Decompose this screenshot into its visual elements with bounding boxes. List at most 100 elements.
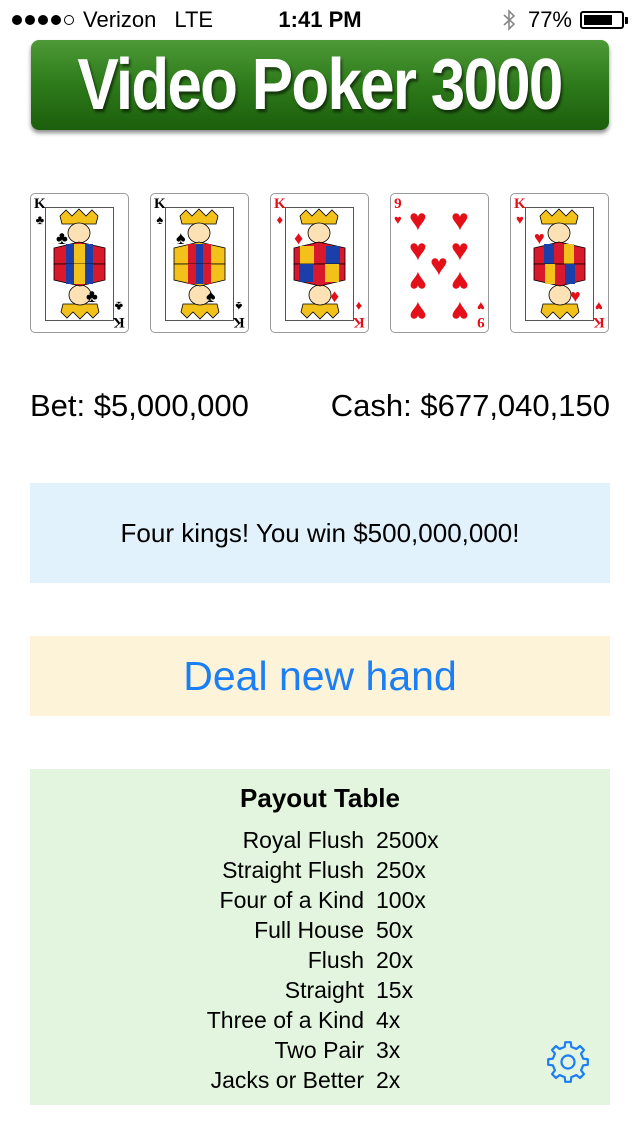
card-corner-top: K ♣ bbox=[34, 196, 46, 227]
bet-label: Bet: $5,000,000 bbox=[30, 388, 249, 423]
payout-multiplier: 50x bbox=[376, 917, 414, 943]
payout-table: Payout Table Royal Flush 2500x Straight Fl… bbox=[30, 769, 610, 1105]
card-5[interactable]: K ♥ ♥ ♥ K ♥ bbox=[510, 193, 609, 333]
card-suit: ♥ bbox=[394, 212, 402, 227]
payout-multiplier: 2x bbox=[376, 1067, 401, 1093]
heart-pip-icon: ♥ bbox=[409, 265, 427, 298]
card-rank: K bbox=[593, 314, 605, 330]
card-rank: K bbox=[274, 196, 286, 212]
heart-pip-icon: ♥ bbox=[409, 295, 427, 328]
result-message: Four kings! You win $500,000,000! bbox=[30, 483, 610, 583]
card-rank: K bbox=[353, 314, 365, 330]
card-pips: ♥ ♥ ♥ ♥ ♥ ♥ ♥ ♥ ♥ bbox=[405, 204, 477, 329]
card-corner-top: 9 ♥ bbox=[394, 196, 402, 227]
result-message-text: Four kings! You win $500,000,000! bbox=[120, 517, 520, 548]
payout-row: Four of a Kind 100x bbox=[30, 885, 610, 915]
card-suit: ♥ bbox=[595, 299, 604, 314]
svg-text:♣: ♣ bbox=[56, 228, 68, 248]
screen: Verizon LTE 1:41 PM 77% Video Poker 3000… bbox=[0, 0, 640, 1136]
card-corner-top: K ♠ bbox=[154, 196, 166, 227]
card-suit: ♠ bbox=[235, 299, 243, 314]
payout-row: Straight Flush 250x bbox=[30, 855, 610, 885]
card-corner-bottom: K ♥ bbox=[593, 299, 605, 330]
payout-rows: Royal Flush 2500x Straight Flush 250x Four o… bbox=[30, 825, 610, 1095]
king-face-art: ♥ ♥ bbox=[525, 207, 594, 321]
card-3[interactable]: K ♦ ♦ ♦ K ♦ bbox=[270, 193, 369, 333]
card-suit: ♣ bbox=[35, 212, 45, 227]
gear-icon[interactable] bbox=[545, 1039, 591, 1085]
payout-hand-name: Flush bbox=[307, 947, 364, 973]
money-row: Bet: $5,000,000 Cash: $677,040,150 bbox=[30, 388, 610, 428]
payout-hand-name: Straight bbox=[284, 977, 364, 1003]
card-corner-bottom: K ♠ bbox=[233, 299, 245, 330]
card-rank: K bbox=[514, 196, 526, 212]
king-face-art: ♦ ♦ bbox=[285, 207, 354, 321]
status-bar: Verizon LTE 1:41 PM 77% bbox=[0, 0, 640, 40]
deal-new-hand-button[interactable]: Deal new hand bbox=[30, 636, 610, 716]
payout-row: Royal Flush 2500x bbox=[30, 825, 610, 855]
cash-label: Cash: $677,040,150 bbox=[330, 388, 610, 423]
card-corner-top: K ♥ bbox=[514, 196, 526, 227]
heart-pip-icon: ♥ bbox=[451, 204, 469, 237]
card-suit: ♥ bbox=[477, 299, 485, 314]
battery-fill bbox=[584, 15, 612, 25]
payout-row: Flush 20x bbox=[30, 945, 610, 975]
payout-row: Jacks or Better 2x bbox=[30, 1065, 610, 1095]
card-rank: K bbox=[34, 196, 46, 212]
card-suit: ♠ bbox=[156, 212, 164, 227]
card-corner-bottom: K ♣ bbox=[113, 299, 125, 330]
card-corner-top: K ♦ bbox=[274, 196, 286, 227]
payout-multiplier: 15x bbox=[376, 977, 414, 1003]
heart-pip-icon: ♥ bbox=[451, 234, 469, 267]
payout-row: Full House 50x bbox=[30, 915, 610, 945]
payout-multiplier: 2500x bbox=[376, 827, 439, 853]
card-rank: K bbox=[113, 314, 125, 330]
card-corner-bottom: 9 ♥ bbox=[477, 299, 485, 330]
title-banner: Video Poker 3000 bbox=[31, 40, 609, 130]
card-rank: K bbox=[233, 314, 245, 330]
payout-hand-name: Royal Flush bbox=[242, 827, 364, 853]
payout-title: Payout Table bbox=[240, 783, 400, 813]
app-title: Video Poker 3000 bbox=[77, 45, 564, 125]
payout-hand-name: Full House bbox=[254, 917, 364, 943]
svg-text:♣: ♣ bbox=[86, 286, 98, 306]
svg-text:♦: ♦ bbox=[294, 228, 303, 248]
payout-multiplier: 250x bbox=[376, 857, 426, 883]
payout-hand-name: Four of a Kind bbox=[219, 887, 364, 913]
svg-text:♥: ♥ bbox=[534, 228, 545, 248]
heart-pip-icon: ♥ bbox=[409, 234, 427, 267]
svg-text:♦: ♦ bbox=[330, 286, 339, 306]
payout-hand-name: Three of a Kind bbox=[206, 1007, 364, 1033]
battery-percent: 77% bbox=[527, 7, 572, 32]
payout-multiplier: 3x bbox=[376, 1037, 401, 1063]
payout-hand-name: Straight Flush bbox=[222, 857, 364, 883]
payout-multiplier: 20x bbox=[376, 947, 414, 973]
card-hand: K ♣ ♣ ♣ K ♣ K ♠ ♠ ♠ K ♠ K ♦ ♦ ♦ K ♦ 9 ♥ … bbox=[30, 193, 610, 334]
card-rank: K bbox=[154, 196, 166, 212]
svg-text:♥: ♥ bbox=[570, 286, 581, 306]
payout-row: Straight 15x bbox=[30, 975, 610, 1005]
payout-hand-name: Two Pair bbox=[274, 1037, 364, 1063]
deal-button-label: Deal new hand bbox=[183, 652, 457, 699]
card-suit: ♥ bbox=[515, 212, 524, 227]
card-corner-bottom: K ♦ bbox=[353, 299, 365, 330]
card-1[interactable]: K ♣ ♣ ♣ K ♣ bbox=[30, 193, 129, 333]
card-suit: ♦ bbox=[276, 212, 284, 227]
king-face-art: ♣ ♣ bbox=[45, 207, 114, 321]
card-rank: 9 bbox=[477, 314, 485, 330]
card-2[interactable]: K ♠ ♠ ♠ K ♠ bbox=[150, 193, 249, 333]
card-rank: 9 bbox=[394, 196, 402, 212]
battery-icon bbox=[580, 11, 624, 29]
payout-hand-name: Jacks or Better bbox=[210, 1067, 364, 1093]
payout-row: Three of a Kind 4x bbox=[30, 1005, 610, 1035]
card-suit: ♣ bbox=[114, 299, 124, 314]
heart-pip-icon: ♥ bbox=[451, 295, 469, 328]
bluetooth-icon bbox=[503, 9, 516, 31]
heart-pip-icon: ♥ bbox=[451, 265, 469, 298]
card-4[interactable]: 9 ♥ ♥ ♥ ♥ ♥ ♥ ♥ ♥ ♥ ♥ 9 ♥ bbox=[390, 193, 489, 333]
payout-row: Two Pair 3x bbox=[30, 1035, 610, 1065]
king-face-art: ♠ ♠ bbox=[165, 207, 234, 321]
heart-pip-icon: ♥ bbox=[430, 249, 448, 282]
battery-tip bbox=[625, 16, 628, 24]
svg-text:♠: ♠ bbox=[176, 228, 186, 248]
